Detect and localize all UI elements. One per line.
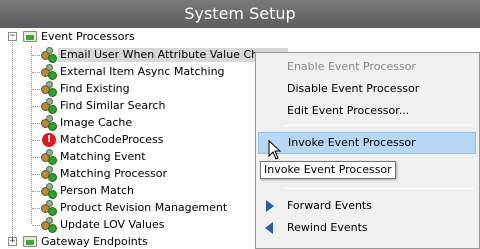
window-title: System Setup — [0, 0, 480, 28]
tree-node-item[interactable]: MatchCodeProcess — [60, 133, 163, 147]
menu-item-label: Rewind Events — [287, 221, 368, 234]
tree-node-gateway-endpoints[interactable]: Gateway Endpoints — [41, 235, 148, 249]
context-menu: Enable Event Processor Disable Event Pro… — [255, 52, 480, 249]
event-processor-icon — [41, 64, 57, 80]
tree-node-item[interactable]: Image Cache — [60, 116, 132, 130]
tree-node-item[interactable]: Update LOV Values — [60, 218, 165, 232]
tree-guide-line — [12, 37, 13, 241]
tree-node-item[interactable]: Product Revision Management — [60, 201, 227, 215]
arrow-right-icon — [266, 200, 274, 212]
folder-icon — [23, 31, 37, 42]
menu-item-label: Forward Events — [287, 199, 372, 212]
menu-item-enable-event-processor[interactable]: Enable Event Processor — [258, 56, 476, 78]
menu-separator — [284, 125, 474, 126]
folder-icon — [23, 236, 37, 247]
menu-item-edit-event-processor[interactable]: Edit Event Processor... — [258, 100, 476, 122]
tree-node-item[interactable]: Find Similar Search — [60, 99, 165, 113]
arrow-left-icon — [265, 222, 273, 234]
error-icon: ! — [42, 133, 56, 147]
event-processor-icon — [41, 217, 57, 233]
menu-item-disable-event-processor[interactable]: Disable Event Processor — [258, 78, 476, 100]
menu-item-forward-events[interactable]: Forward Events — [258, 195, 476, 217]
expand-toggle[interactable]: + — [8, 237, 17, 246]
tree-node-event-processors[interactable]: Event Processors — [41, 30, 135, 44]
event-processor-icon — [41, 47, 57, 63]
tree-node-item[interactable]: Person Match — [60, 184, 134, 198]
tree-node-item[interactable]: Matching Event — [60, 150, 146, 164]
event-processor-icon — [41, 98, 57, 114]
menu-separator — [284, 188, 474, 189]
event-processor-icon — [41, 166, 57, 182]
tooltip: Invoke Event Processor — [260, 161, 396, 179]
mouse-cursor-icon — [268, 140, 282, 160]
event-processor-icon — [41, 115, 57, 131]
tree-node-item[interactable]: External Item Async Matching — [60, 65, 225, 79]
menu-item-rewind-events[interactable]: Rewind Events — [258, 217, 476, 239]
event-processor-icon — [41, 81, 57, 97]
collapse-toggle[interactable]: − — [8, 32, 17, 41]
tree-node-item[interactable]: Email User When Attribute Value Change — [58, 48, 288, 62]
event-processor-icon — [41, 149, 57, 165]
menu-item-invoke-event-processor[interactable]: Invoke Event Processor — [258, 132, 476, 154]
event-processor-icon — [41, 200, 57, 216]
event-processor-icon — [41, 183, 57, 199]
tree-node-item[interactable]: Matching Processor — [60, 167, 167, 181]
tree-node-item[interactable]: Find Existing — [60, 82, 130, 96]
